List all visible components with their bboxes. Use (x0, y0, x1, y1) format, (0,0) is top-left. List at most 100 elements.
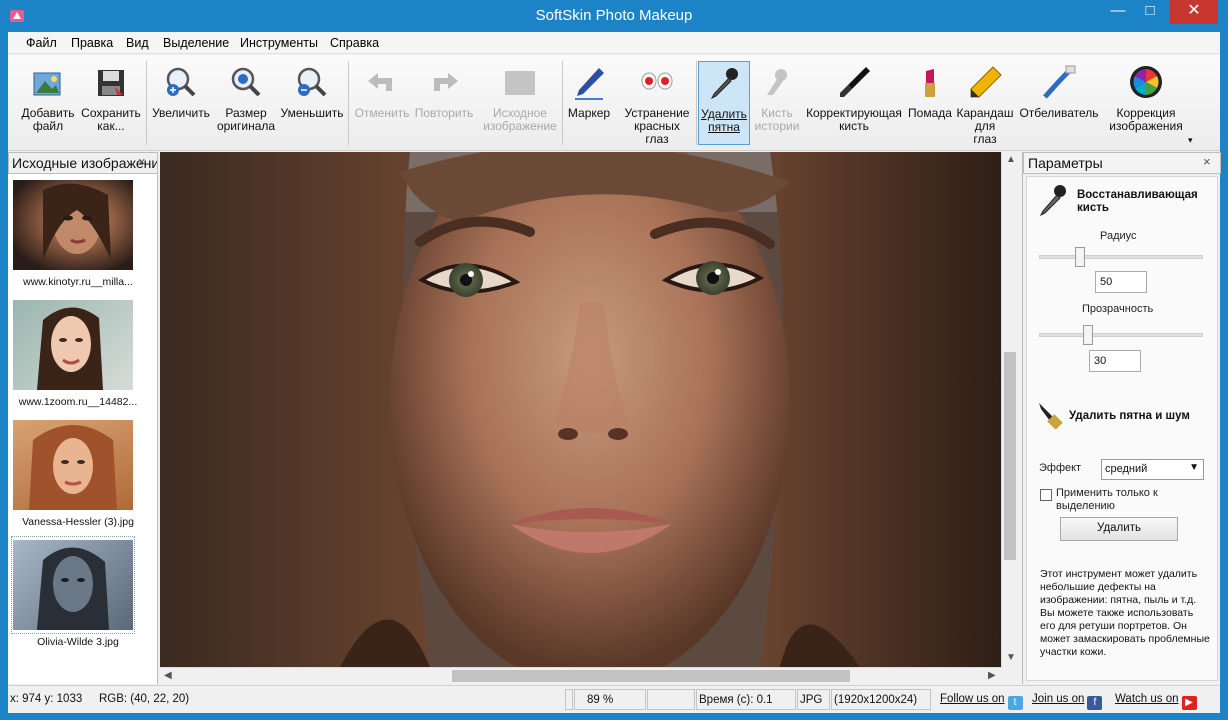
delete-button[interactable]: Удалить (1060, 517, 1178, 541)
eye-pencil-button[interactable]: Карандаш для глаз (956, 61, 1014, 146)
thumbnail-label: Vanessa-Hessler (3).jpg (22, 516, 134, 528)
horizontal-scroll-thumb[interactable] (452, 670, 850, 682)
history-brush-label-1: Кисть (761, 106, 793, 120)
add-file-button[interactable]: Добавить файл (18, 61, 78, 145)
vertical-scroll-thumb[interactable] (1004, 352, 1016, 560)
radius-slider-track[interactable] (1039, 255, 1203, 259)
toolbar-overflow-chevron[interactable]: ▾ (1188, 135, 1193, 146)
add-image-icon (33, 72, 61, 96)
menu-bar: Файл Правка Вид Выделение Инструменты Сп… (8, 32, 1220, 54)
add-file-label-2: файл (32, 119, 64, 133)
chevron-down-icon: ▼ (1189, 462, 1199, 473)
effect-dropdown[interactable]: средний ▼ (1101, 459, 1204, 480)
red-eye-button[interactable]: Устранение красных глаз (620, 61, 694, 146)
apply-selection-label: Применить только к выделению (1056, 487, 1158, 512)
eye-pencil-label-3: глаз (973, 132, 997, 146)
effect-dropdown-value: средний (1105, 463, 1148, 475)
history-brush-icon (767, 69, 787, 95)
correct-brush-button[interactable]: Корректирующая кисть (804, 61, 904, 145)
brush-icon (840, 67, 870, 97)
scroll-up-icon[interactable]: ▲ (1006, 154, 1016, 165)
zoom-in-button[interactable]: Увеличить (150, 61, 212, 145)
save-icon (98, 70, 124, 96)
thumbnail-4[interactable] (13, 540, 133, 630)
toolbar-separator (696, 61, 697, 145)
watch-youtube-link[interactable]: Watch us on ▶ (1115, 689, 1197, 710)
photo-canvas[interactable] (160, 152, 1018, 667)
thumbnail-label: www.kinotyr.ru__milla... (23, 276, 133, 288)
source-image-label-2: изображение (483, 119, 557, 133)
close-icon[interactable]: × (1203, 154, 1211, 169)
marker-button[interactable]: Маркер (566, 61, 612, 145)
history-brush-button[interactable]: Кисть истории (752, 61, 802, 145)
scroll-down-icon[interactable]: ▼ (1006, 652, 1016, 663)
thumbnail-3[interactable] (13, 420, 133, 510)
remove-spots-label-1: Удалить (701, 107, 747, 121)
marker-label: Маркер (567, 106, 611, 120)
source-image-label-1: Исходное (493, 106, 547, 120)
lipstick-icon (925, 69, 935, 97)
radius-label: Радиус (1100, 230, 1137, 242)
vertical-scrollbar[interactable]: ▲ ▼ (1001, 152, 1018, 667)
menu-help[interactable]: Справка (330, 36, 379, 50)
remove-spots-noise-title: Удалить пятна и шум (1069, 410, 1190, 422)
original-size-button[interactable]: Размер оригинала (214, 61, 278, 145)
thumbnail-label: www.1zoom.ru__14482... (18, 396, 138, 408)
zoom-out-button[interactable]: Уменьшить (280, 61, 344, 145)
eye-pencil-label-1: Карандаш (956, 106, 1014, 120)
undo-button[interactable]: Отменить (352, 61, 412, 145)
redo-button[interactable]: Повторить (412, 61, 476, 145)
menu-file[interactable]: Файл (26, 36, 57, 50)
minimize-button[interactable]: — (1104, 0, 1132, 24)
source-image-button[interactable]: Исходное изображение (480, 61, 560, 145)
toolbar-separator (562, 61, 563, 145)
redo-label: Повторить (414, 106, 474, 120)
pencil-icon (970, 66, 1002, 98)
radius-value-field[interactable]: 50 (1095, 271, 1147, 293)
color-correct-button[interactable]: Коррекция изображения (1104, 61, 1188, 145)
zoom-out-label: Уменьшить (280, 106, 344, 120)
join-facebook-link[interactable]: Join us on f (1032, 689, 1103, 710)
apply-selection-checkbox[interactable] (1040, 489, 1052, 501)
save-as-button[interactable]: Сохранить как... (80, 61, 142, 145)
thumbnail-1[interactable] (13, 180, 133, 270)
title-bar[interactable]: SoftSkin Photo Makeup — □ ✕ (0, 0, 1228, 32)
image-dimensions: (1920x1200x24) (831, 689, 931, 710)
cursor-coords: x: 974 y: 1033 (10, 693, 83, 705)
opacity-slider-knob[interactable] (1083, 325, 1094, 345)
radius-slider-knob[interactable] (1075, 247, 1085, 267)
follow-twitter-link[interactable]: Follow us on t (940, 689, 1023, 710)
history-brush-label-2: истории (754, 119, 800, 133)
menu-view[interactable]: Вид (126, 36, 149, 50)
scroll-left-icon[interactable]: ◀ (164, 670, 172, 681)
eye-pencil-label-2: для (974, 119, 996, 133)
youtube-icon: ▶ (1181, 696, 1197, 710)
lipstick-button[interactable]: Помада (906, 61, 954, 145)
menu-edit[interactable]: Правка (71, 36, 113, 50)
maximize-button[interactable]: □ (1136, 0, 1164, 24)
menu-tools[interactable]: Инструменты (240, 36, 318, 50)
opacity-value-field[interactable]: 30 (1089, 350, 1141, 372)
add-file-label-1: Добавить (21, 106, 75, 120)
horizontal-scrollbar[interactable]: ◀ ▶ (160, 667, 1001, 684)
scroll-right-icon[interactable]: ▶ (988, 670, 996, 681)
image-format: JPG (797, 689, 830, 710)
color-correct-label-2: изображения (1109, 119, 1183, 133)
restore-brush-title: Восстанавливающая кисть (1077, 189, 1198, 214)
close-icon[interactable]: × (138, 154, 146, 169)
follow-label: Follow us on (940, 693, 1005, 705)
source-images-panel: Исходные изображения × www.kinotyr.ru__m… (8, 152, 158, 684)
menu-selection[interactable]: Выделение (163, 36, 229, 50)
zoom-level: 89 % (574, 689, 646, 710)
opacity-slider-track[interactable] (1039, 333, 1203, 337)
remove-spots-button[interactable]: Удалить пятна (698, 61, 750, 145)
zoom-in-label: Увеличить (152, 106, 210, 120)
twitter-icon: t (1007, 696, 1023, 710)
tool-description: Этот инструмент может удалить небольшие … (1040, 568, 1210, 658)
original-size-label-2: оригинала (216, 119, 276, 133)
red-eye-icon (641, 72, 673, 90)
close-button[interactable]: ✕ (1170, 0, 1218, 24)
whitener-button[interactable]: Отбеливатель (1016, 61, 1102, 145)
correct-brush-label-1: Корректирующая (806, 106, 902, 120)
thumbnail-2[interactable] (13, 300, 133, 390)
